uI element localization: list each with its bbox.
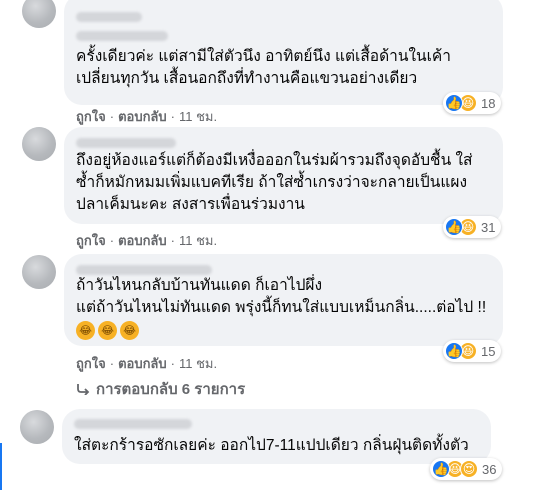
comment-text: ใส่ตะกร้ารอซักเลยค่ะ ออกไป7-11แปปเดียว ก… bbox=[74, 437, 469, 454]
separator: · bbox=[170, 109, 175, 124]
reaction-summary[interactable]: 👍 😆 😍 36 bbox=[430, 458, 503, 480]
comment-actions: ถูกใจ · ตอบกลับ · 11 ชม. bbox=[76, 230, 217, 251]
author-name[interactable] bbox=[74, 419, 192, 429]
author-name[interactable] bbox=[76, 31, 168, 41]
reaction-count: 36 bbox=[482, 461, 497, 477]
like-icon: 👍 bbox=[432, 460, 450, 478]
reply-button[interactable]: ตอบกลับ bbox=[118, 106, 167, 127]
comment-bubble: ใส่ตะกร้ารอซักเลยค่ะ ออกไป7-11แปปเดียว ก… bbox=[62, 409, 491, 464]
like-button[interactable]: ถูกใจ bbox=[76, 353, 106, 374]
reply-arrow-icon bbox=[77, 384, 90, 395]
reply-button[interactable]: ตอบกลับ bbox=[118, 230, 167, 251]
avatar[interactable] bbox=[22, 255, 56, 289]
separator: · bbox=[109, 356, 115, 371]
reaction-summary[interactable]: 👍 😆 31 bbox=[443, 216, 502, 238]
replies-label[interactable]: การตอบกลับ 6 รายการ bbox=[96, 377, 245, 401]
reply-button[interactable]: ตอบกลับ bbox=[118, 353, 167, 374]
avatar[interactable] bbox=[20, 410, 54, 444]
emoji-row: 😂 😂 😂 bbox=[76, 321, 139, 340]
comment-actions: ถูกใจ · ตอบกลับ · 11 ชม. bbox=[76, 106, 217, 127]
comment-text: ถึงอยู่ห้องแอร์แต่ก็ต้องมีเหงื่อออกในร่ม… bbox=[76, 152, 473, 213]
author-name[interactable] bbox=[76, 138, 176, 148]
reaction-summary[interactable]: 👍 😆 15 bbox=[443, 340, 502, 362]
reaction-count: 15 bbox=[481, 343, 496, 359]
avatar[interactable] bbox=[22, 127, 56, 161]
reaction-count: 31 bbox=[481, 219, 496, 235]
tears-of-joy-icon: 😂 bbox=[120, 321, 139, 340]
love-face-icon: 😍 bbox=[460, 460, 478, 478]
separator: · bbox=[109, 233, 115, 248]
reaction-count: 18 bbox=[481, 95, 496, 111]
comment-text: ถ้าวันไหนกลับบ้านทันแดด ก็เอาไปผึ่ง แต่ถ… bbox=[76, 277, 487, 316]
thread-line bbox=[0, 443, 2, 490]
comment-bubble: ถ้าวันไหนกลับบ้านทันแดด ก็เอาไปผึ่ง แต่ถ… bbox=[64, 254, 503, 346]
timestamp[interactable]: 11 ชม. bbox=[179, 106, 217, 127]
like-icon: 👍 bbox=[445, 94, 463, 112]
comment-bubble: ถึงอยู่ห้องแอร์แต่ก็ต้องมีเหงื่อออกในร่ม… bbox=[64, 127, 503, 224]
like-icon: 👍 bbox=[445, 218, 463, 236]
reaction-summary[interactable]: 👍 😆 18 bbox=[443, 92, 502, 114]
separator: · bbox=[109, 109, 115, 124]
author-name[interactable] bbox=[76, 265, 212, 275]
like-button[interactable]: ถูกใจ bbox=[76, 106, 106, 127]
separator: · bbox=[170, 233, 175, 248]
comment-bubble: ครั้งเดียวค่ะ แต่สามีใส่ตัวนึง อาทิตย์นึ… bbox=[64, 0, 503, 105]
like-button[interactable]: ถูกใจ bbox=[76, 230, 106, 251]
tears-of-joy-icon: 😂 bbox=[98, 321, 117, 340]
avatar[interactable] bbox=[22, 0, 56, 28]
timestamp[interactable]: 11 ชม. bbox=[179, 230, 217, 251]
author-name[interactable] bbox=[76, 12, 142, 22]
comment-text: ครั้งเดียวค่ะ แต่สามีใส่ตัวนึง อาทิตย์นึ… bbox=[76, 48, 451, 87]
timestamp[interactable]: 11 ชม. bbox=[179, 353, 217, 374]
view-replies-link[interactable]: การตอบกลับ 6 รายการ bbox=[76, 377, 245, 401]
separator: · bbox=[170, 356, 175, 371]
comment-actions: ถูกใจ · ตอบกลับ · 11 ชม. bbox=[76, 353, 217, 374]
tears-of-joy-icon: 😂 bbox=[76, 321, 95, 340]
like-icon: 👍 bbox=[445, 342, 463, 360]
